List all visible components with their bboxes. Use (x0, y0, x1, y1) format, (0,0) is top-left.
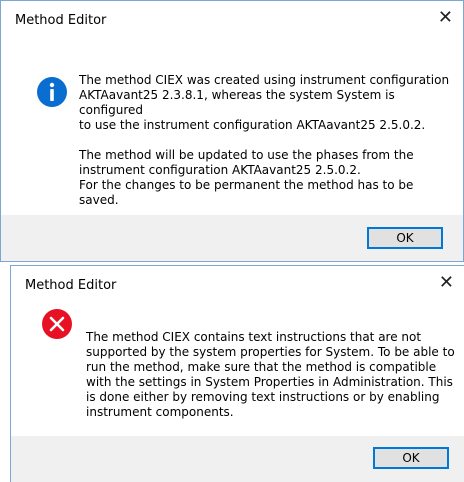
error-icon (42, 309, 72, 339)
dialog-title: Method Editor (25, 278, 117, 293)
dialog-message: The method CIEX was created using instru… (79, 73, 455, 208)
ok-button[interactable]: OK (373, 447, 449, 469)
method-editor-dialog-error: Method Editor ✕ The method CIEX contains… (10, 265, 464, 482)
dialog-footer: OK (1, 215, 463, 261)
ok-button[interactable]: OK (367, 227, 443, 249)
message-paragraph: The method CIEX was created using instru… (79, 73, 450, 132)
dialog-message: The method CIEX contains text instructio… (86, 330, 456, 420)
dialog-footer: OK (11, 436, 464, 482)
message-paragraph: The method will be updated to use the ph… (79, 148, 414, 207)
dialog-title: Method Editor (15, 13, 107, 28)
method-editor-dialog-info: Method Editor ✕ The method CIEX was crea… (0, 0, 464, 262)
info-icon (37, 77, 67, 107)
close-icon[interactable]: ✕ (438, 7, 453, 29)
message-paragraph: The method CIEX contains text instructio… (86, 330, 455, 419)
close-icon[interactable]: ✕ (439, 272, 454, 294)
